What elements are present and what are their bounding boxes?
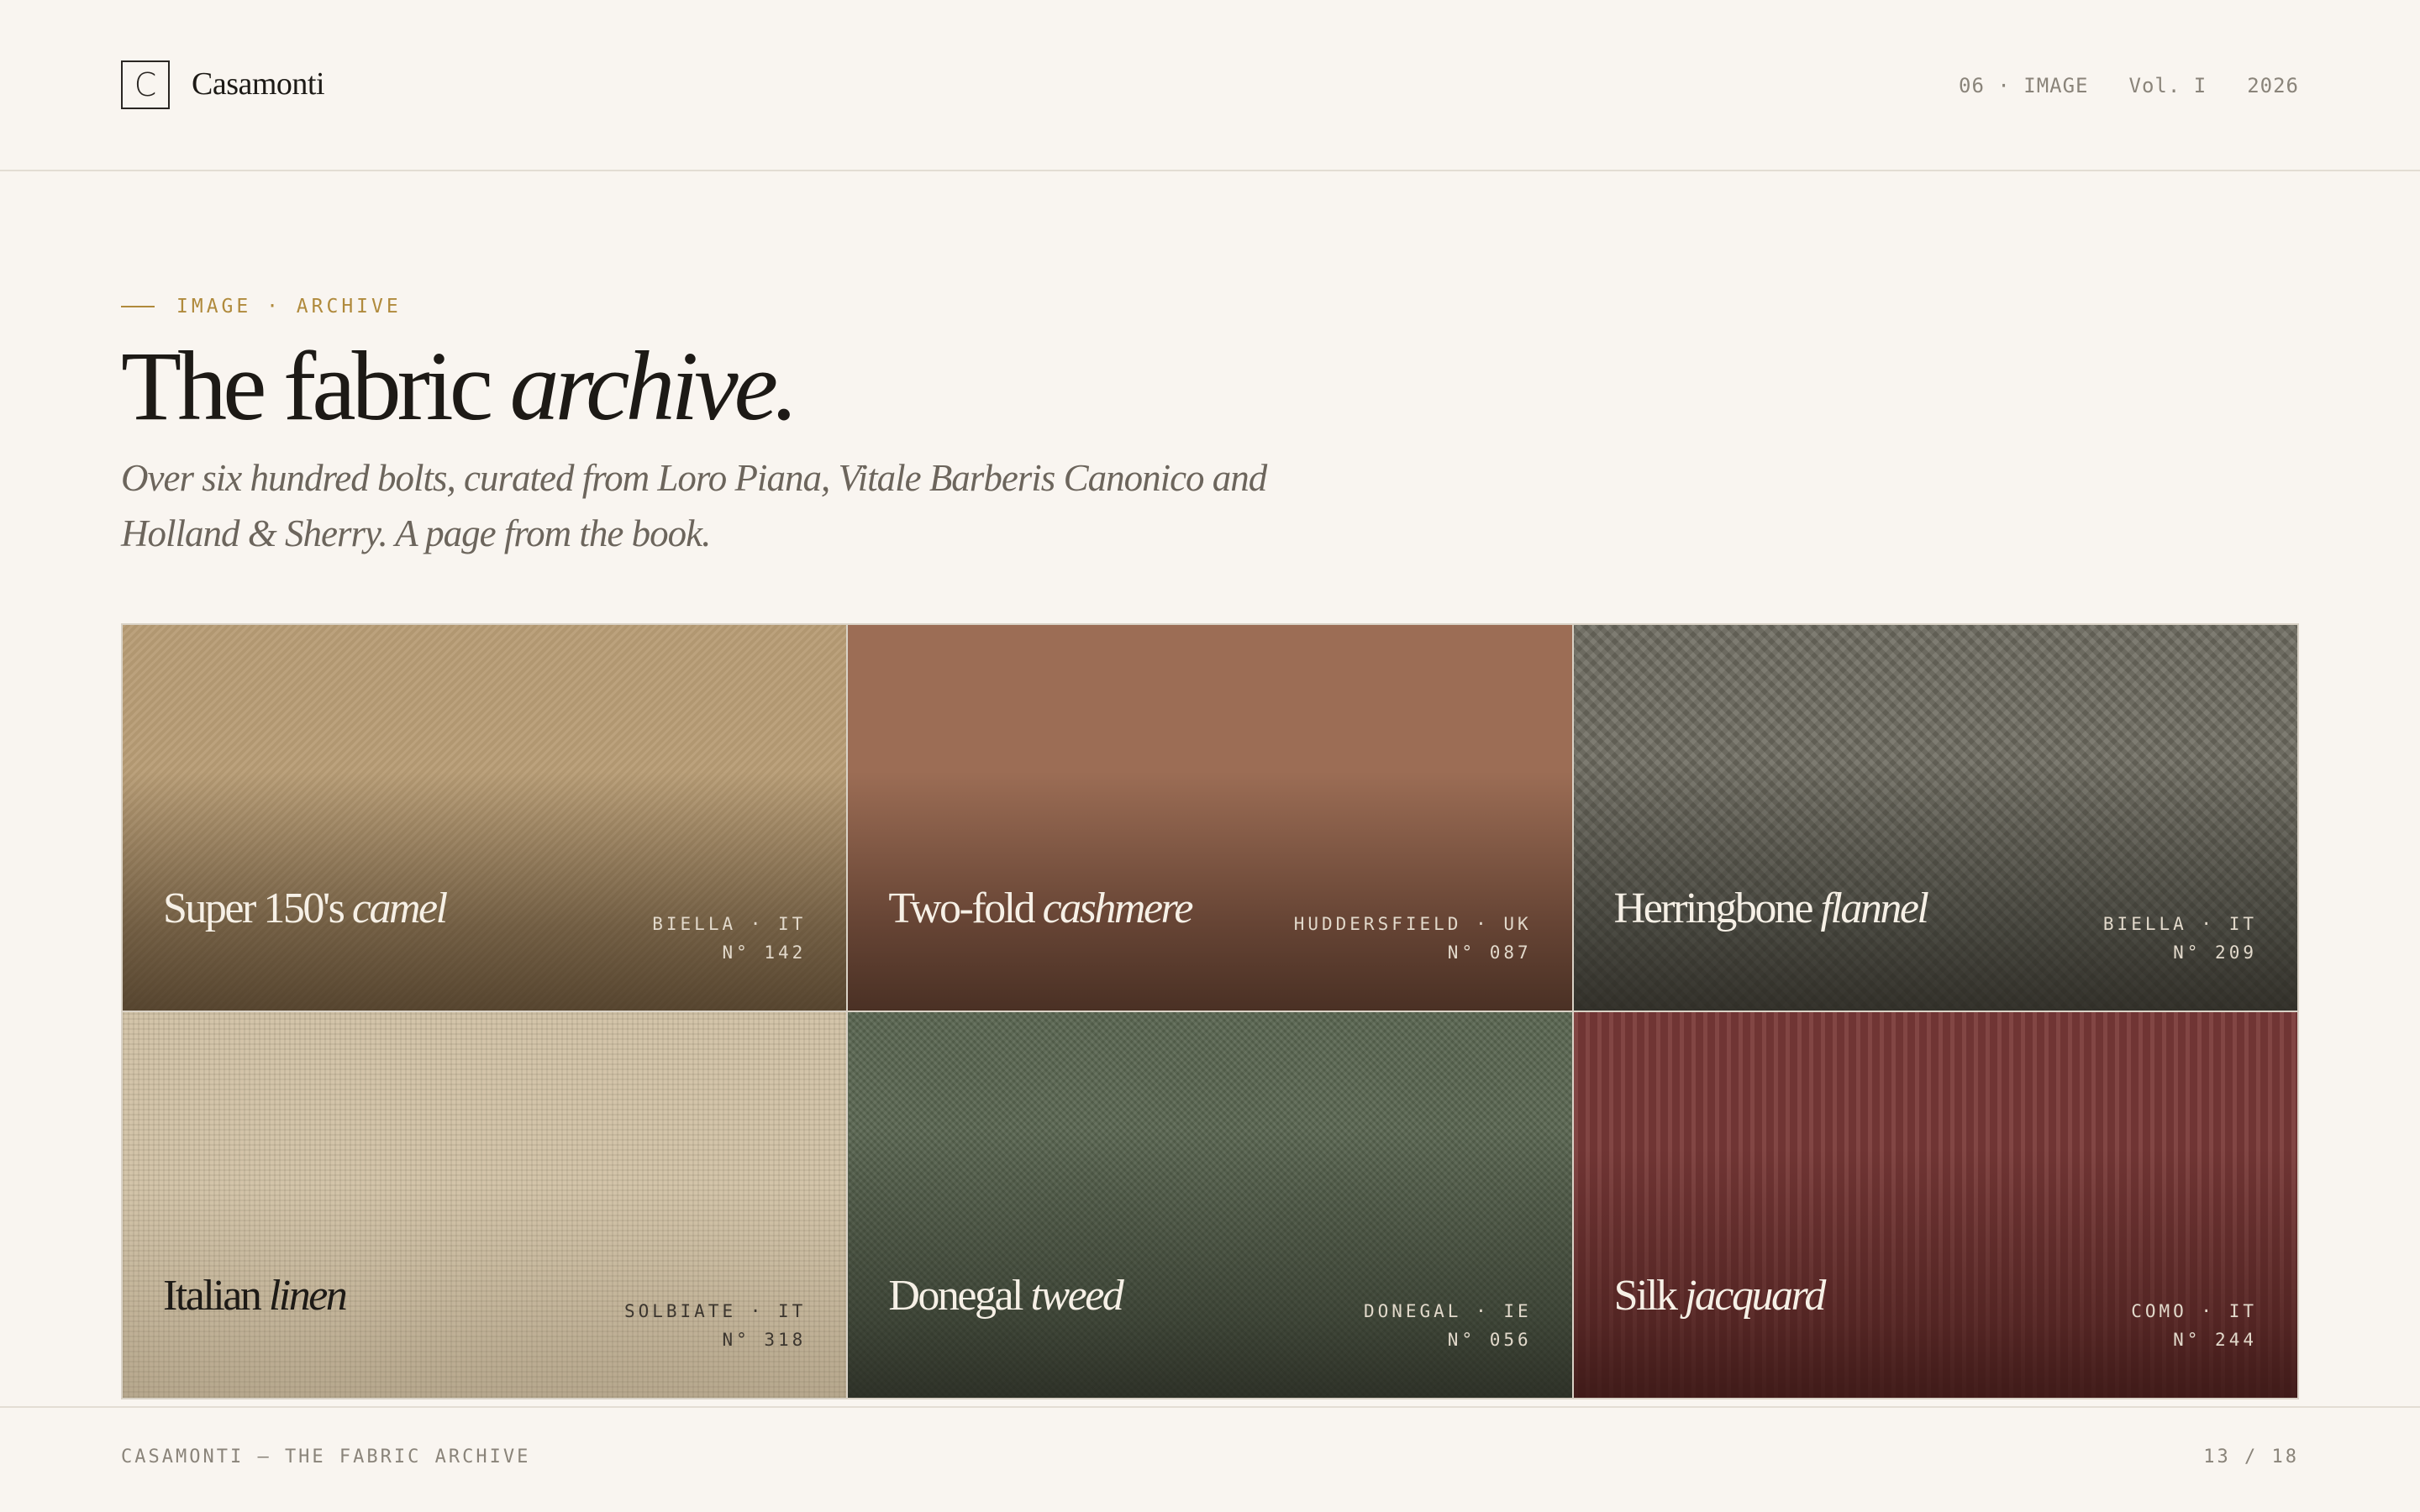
tile-name: Super 150's camel [163,885,448,932]
title-italic: archive. [509,331,799,441]
tile-origin: SOLBIATE · IT [623,1301,807,1321]
tile-meta: SOLBIATE · IT N° 318 [624,1297,806,1354]
fabric-grid: Super 150's camel BIELLA · IT N° 142 Two… [121,623,2299,1399]
year-label: 2026 [2247,74,2299,97]
section-label: 06 · IMAGE [1959,74,2089,97]
brand-name[interactable]: Casamonti [192,66,325,102]
tile-number: N° 056 [1447,1330,1532,1350]
volume-label: Vol. I [2128,74,2207,97]
tile-name: Herringbone flannel [1613,885,1929,932]
tile-name: Silk jacquard [1613,1272,1827,1320]
logo-letter: C [134,66,157,103]
footer-title: CASAMONTI — THE FABRIC ARCHIVE [121,1446,531,1467]
tile-origin: BIELLA · IT [652,914,807,934]
tile-origin: BIELLA · IT [2102,914,2257,934]
tile-meta: BIELLA · IT N° 142 [652,910,806,967]
header-meta: 06 · IMAGE Vol. I 2026 [1959,74,2299,97]
title-plain: The fabric [121,331,510,441]
fabric-tile-tweed[interactable]: Donegal tweed DONEGAL · IE N° 056 [848,1012,1572,1398]
eyebrow-rule [121,306,155,307]
brand-logo[interactable]: C [121,60,170,109]
tile-meta: DONEGAL · IE N° 056 [1364,1297,1532,1354]
tile-number: N° 087 [1447,942,1532,963]
tile-meta: COMO · IT N° 244 [2131,1297,2257,1354]
tile-meta: HUDDERSFIELD · UK N° 087 [1294,910,1532,967]
page-title: The fabric archive. [121,328,799,445]
top-bar: C Casamonti 06 · IMAGE Vol. I 2026 [0,0,2420,171]
fabric-tile-jacquard[interactable]: Silk jacquard COMO · IT N° 244 [1573,1012,2297,1398]
tile-name: Donegal tweed [888,1272,1123,1320]
fabric-tile-cashmere[interactable]: Two-fold cashmere HUDDERSFIELD · UK N° 0… [848,625,1572,1011]
tile-meta: BIELLA · IT N° 209 [2103,910,2257,967]
tile-origin: COMO · IT [2131,1301,2257,1321]
fabric-tile-camel[interactable]: Super 150's camel BIELLA · IT N° 142 [123,625,847,1011]
eyebrow-label: IMAGE · ARCHIVE [176,296,402,318]
tile-origin: DONEGAL · IE [1363,1301,1532,1321]
tile-number: N° 142 [722,942,807,963]
fabric-tile-flannel[interactable]: Herringbone flannel BIELLA · IT N° 209 [1573,625,2297,1011]
footer: CASAMONTI — THE FABRIC ARCHIVE 13 / 18 [0,1406,2420,1512]
page-counter: 13 / 18 [2203,1446,2299,1467]
tile-origin: HUDDERSFIELD · UK [1293,914,1532,934]
tile-number: N° 209 [2173,942,2257,963]
tile-name: Italian linen [163,1272,348,1320]
tile-number: N° 244 [2173,1330,2257,1350]
tile-number: N° 318 [722,1330,807,1350]
page-lede: Over six hundred bolts, curated from Lor… [121,457,1267,554]
eyebrow: IMAGE · ARCHIVE [121,296,402,318]
fabric-tile-linen[interactable]: Italian linen SOLBIATE · IT N° 318 [123,1012,847,1398]
tile-name: Two-fold cashmere [888,885,1193,932]
